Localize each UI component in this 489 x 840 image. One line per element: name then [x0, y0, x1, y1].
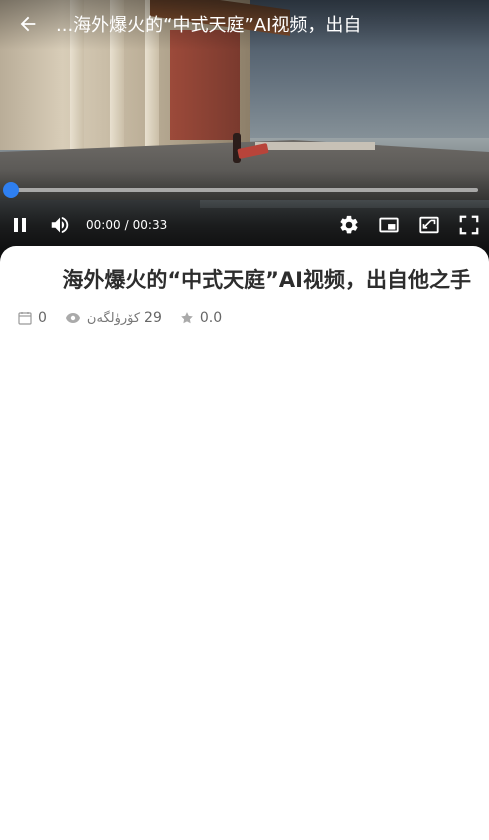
video-controls: 00:00/00:33	[0, 208, 489, 242]
back-button[interactable]	[0, 0, 56, 48]
fullscreen-icon	[459, 215, 479, 235]
aspect-ratio-button[interactable]	[409, 208, 449, 242]
picture-in-picture-icon	[379, 217, 399, 233]
eye-icon	[65, 313, 80, 323]
meta-row: 0 كۆرۈلگەن 29 0.0	[18, 310, 471, 326]
progress-bar[interactable]	[12, 188, 478, 192]
meta-date: 0	[18, 310, 47, 326]
time-separator: /	[124, 218, 129, 232]
pause-icon	[14, 218, 26, 232]
arrow-left-icon	[20, 16, 36, 32]
video-top-bar: ...海外爆火的“中式天庭”AI视频，出自	[0, 0, 489, 48]
meta-rating: 0.0	[180, 310, 222, 326]
pause-button[interactable]	[0, 208, 40, 242]
settings-button[interactable]	[329, 208, 369, 242]
meta-rating-value: 0.0	[199, 310, 223, 326]
volume-button[interactable]	[40, 208, 80, 242]
aspect-ratio-icon	[419, 216, 439, 234]
progress-thumb[interactable]	[3, 182, 19, 198]
pip-button[interactable]	[369, 208, 409, 242]
fullscreen-button[interactable]	[449, 208, 489, 242]
meta-views: كۆرۈلگەن 29	[65, 310, 162, 326]
calendar-icon	[18, 312, 32, 325]
video-info-card: 海外爆火的“中式天庭”AI视频，出自他之手 0 كۆرۈلگەن 29 0.0	[0, 246, 489, 840]
meta-date-value: 0	[38, 310, 47, 326]
star-icon	[181, 312, 193, 324]
time-total: 00:33	[132, 218, 168, 232]
volume-icon	[51, 216, 69, 234]
meta-views-label: كۆرۈلگەن	[86, 310, 141, 326]
time-current: 00:00	[86, 218, 121, 232]
video-player[interactable]: ...海外爆火的“中式天庭”AI视频，出自 00:00/00:33	[0, 0, 489, 262]
gear-icon	[340, 215, 358, 234]
video-frame-balustrade	[255, 142, 375, 150]
time-display: 00:00/00:33	[86, 218, 167, 232]
content-title: 海外爆火的“中式天庭”AI视频，出自他之手	[62, 268, 471, 292]
video-title: ...海外爆火的“中式天庭”AI视频，出自	[56, 15, 362, 36]
meta-views-value: 29	[144, 310, 162, 326]
